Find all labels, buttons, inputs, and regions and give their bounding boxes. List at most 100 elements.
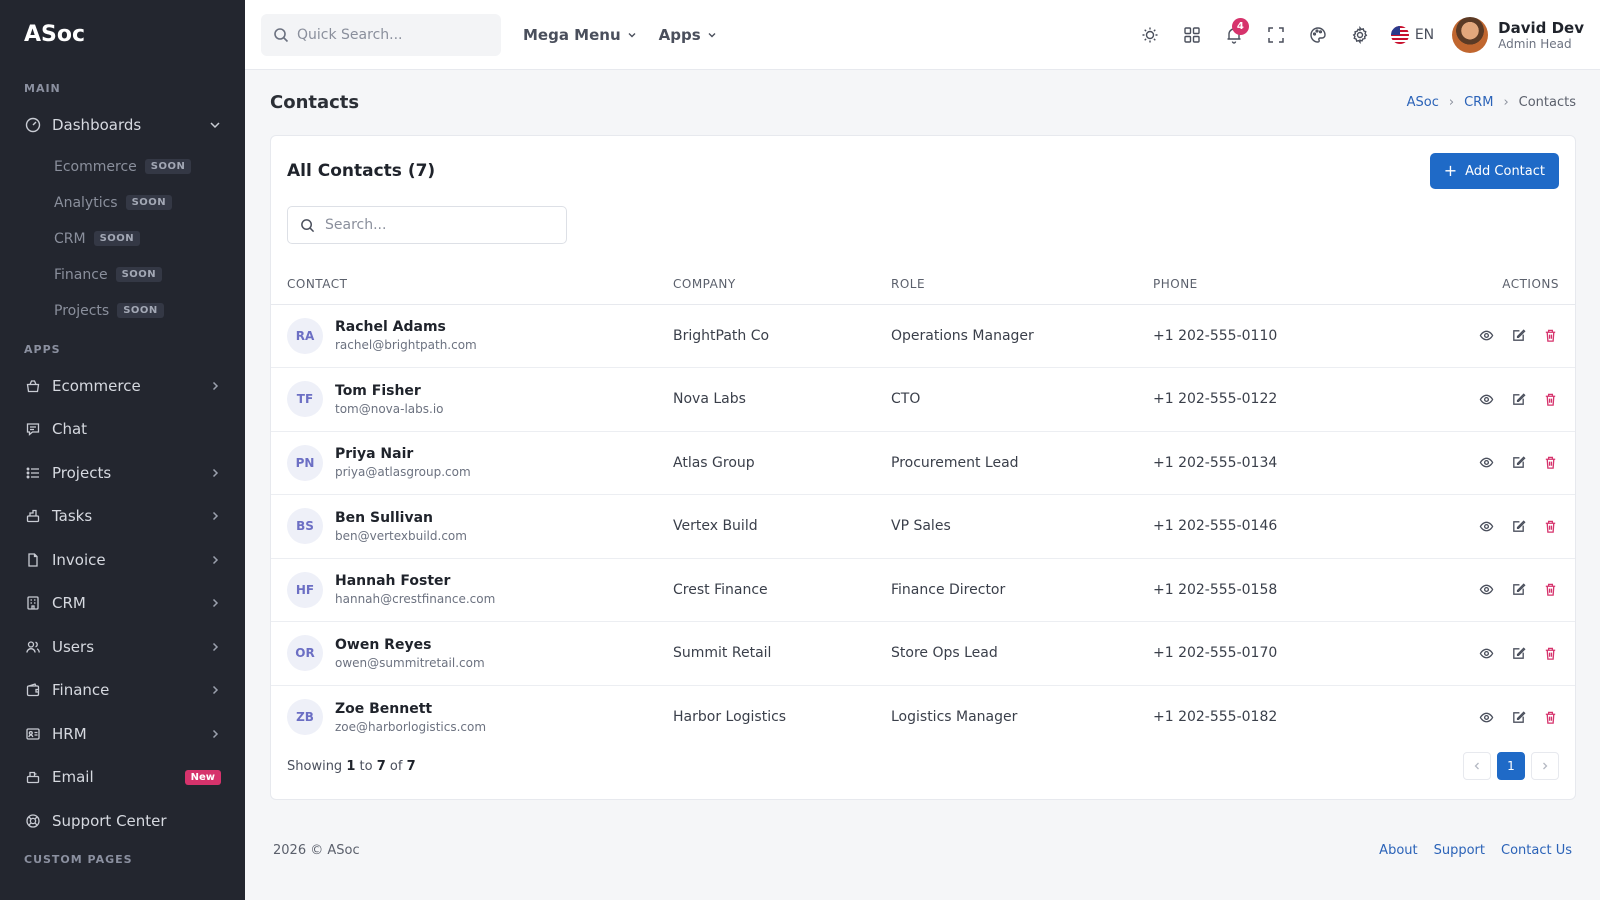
- sidebar-item-ecommerce[interactable]: Ecommerce: [0, 366, 245, 406]
- quick-search-placeholder: Quick Search...: [297, 26, 403, 43]
- sidebar-item-hrm[interactable]: HRM: [0, 714, 245, 754]
- footer-link-about[interactable]: About: [1379, 843, 1417, 858]
- company-cell: Harbor Logistics: [673, 709, 787, 725]
- footer-link-contact-us[interactable]: Contact Us: [1501, 843, 1572, 858]
- user-menu[interactable]: David Dev Admin Head: [1452, 16, 1584, 53]
- footer-link-support[interactable]: Support: [1434, 843, 1485, 858]
- mega-menu-label: Mega Menu: [523, 25, 621, 44]
- view-icon[interactable]: [1477, 708, 1495, 726]
- quick-search-input[interactable]: Quick Search...: [261, 13, 501, 56]
- breadcrumb-link-home[interactable]: ASoc: [1407, 95, 1439, 110]
- contact-name[interactable]: Ben Sullivan: [335, 510, 467, 526]
- phone-cell: +1 202-555-0122: [1137, 367, 1357, 432]
- delete-icon[interactable]: [1541, 327, 1559, 345]
- contacts-search-field[interactable]: [287, 206, 567, 244]
- view-icon[interactable]: [1477, 644, 1495, 662]
- breadcrumb-link-crm[interactable]: CRM: [1464, 95, 1493, 110]
- theme-toggle-button[interactable]: [1129, 14, 1171, 56]
- delete-icon[interactable]: [1541, 390, 1559, 408]
- sidebar-subitem-analytics[interactable]: Analytics SOON: [0, 185, 245, 221]
- contact-email: owen@summitretail.com: [335, 655, 485, 670]
- sidebar-subitem-crm[interactable]: CRM SOON: [0, 221, 245, 257]
- sidebar-item-dashboards[interactable]: Dashboards: [0, 105, 245, 145]
- showing-prefix: Showing: [287, 758, 343, 774]
- phone-cell: +1 202-555-0110: [1137, 304, 1357, 368]
- delete-icon[interactable]: [1541, 708, 1559, 726]
- table-row: ZB Zoe Bennett zoe@harborlogistics.com Harb…: [271, 685, 1575, 749]
- mega-menu-button[interactable]: Mega Menu: [523, 26, 637, 44]
- column-header-phone[interactable]: PHONE: [1137, 264, 1357, 305]
- delete-icon[interactable]: [1541, 581, 1559, 599]
- breadcrumb-separator-icon: ›: [1503, 94, 1509, 110]
- edit-icon[interactable]: [1509, 708, 1527, 726]
- language-selector[interactable]: EN: [1390, 25, 1434, 44]
- sidebar-item-label: Projects: [52, 463, 112, 482]
- edit-icon[interactable]: [1509, 644, 1527, 662]
- fullscreen-button[interactable]: [1255, 14, 1297, 56]
- edit-icon[interactable]: [1509, 517, 1527, 535]
- delete-icon[interactable]: [1541, 644, 1559, 662]
- column-header-company[interactable]: COMPANY: [657, 264, 875, 305]
- sidebar-item-crm[interactable]: CRM: [0, 583, 245, 623]
- us-flag-icon: [1390, 25, 1409, 44]
- sidebar-subitem-finance[interactable]: Finance SOON: [0, 257, 245, 293]
- edit-icon[interactable]: [1509, 581, 1527, 599]
- contact-name[interactable]: Hannah Foster: [335, 573, 495, 589]
- chevron-right-icon: [209, 510, 221, 522]
- prev-page-button[interactable]: [1463, 752, 1491, 780]
- page-button-current[interactable]: 1: [1497, 752, 1525, 780]
- contact-name[interactable]: Tom Fisher: [335, 383, 444, 399]
- view-icon[interactable]: [1477, 390, 1495, 408]
- contacts-search-input[interactable]: [325, 217, 545, 233]
- view-icon[interactable]: [1477, 517, 1495, 535]
- contact-name[interactable]: Zoe Bennett: [335, 701, 486, 717]
- brand-logo[interactable]: ASoc: [0, 0, 245, 68]
- contact-cell: ZB Zoe Bennett zoe@harborlogistics.com: [271, 685, 657, 749]
- sidebar-item-tasks[interactable]: Tasks: [0, 496, 245, 536]
- view-icon[interactable]: [1477, 581, 1495, 599]
- sidebar-item-email[interactable]: Email New: [0, 757, 245, 797]
- sidebar-item-finance[interactable]: Finance: [0, 670, 245, 710]
- notifications-button[interactable]: 4: [1213, 14, 1255, 56]
- avatar: [1452, 16, 1489, 53]
- pagination: 1: [1463, 752, 1559, 780]
- phone-cell: +1 202-555-0146: [1137, 494, 1357, 559]
- delete-icon[interactable]: [1541, 454, 1559, 472]
- edit-icon[interactable]: [1509, 454, 1527, 472]
- sidebar-subitem-projects[interactable]: Projects SOON: [0, 293, 245, 329]
- contact-email: tom@nova-labs.io: [335, 401, 444, 416]
- delete-icon[interactable]: [1541, 517, 1559, 535]
- contact-name[interactable]: Priya Nair: [335, 446, 471, 462]
- company-cell: Crest Finance: [657, 558, 875, 622]
- sidebar-item-support-center[interactable]: Support Center: [0, 801, 245, 841]
- sidebar-item-projects[interactable]: Projects: [0, 453, 245, 493]
- breadcrumb-current: Contacts: [1518, 94, 1576, 110]
- sidebar-item-chat[interactable]: Chat: [0, 409, 245, 449]
- actions-cell: [1357, 304, 1575, 368]
- settings-button[interactable]: [1339, 14, 1381, 56]
- column-header-contact[interactable]: CONTACT: [271, 264, 657, 305]
- building-icon: [24, 594, 42, 612]
- view-icon[interactable]: [1477, 454, 1495, 472]
- contact-name[interactable]: Rachel Adams: [335, 319, 477, 335]
- add-contact-button[interactable]: + Add Contact: [1429, 153, 1559, 189]
- sidebar: ASoc MAIN Dashboards Ecommerce SOON Analyt…: [0, 0, 245, 900]
- sidebar-item-invoice[interactable]: Invoice: [0, 540, 245, 580]
- palette-button[interactable]: [1297, 14, 1339, 56]
- contact-name[interactable]: Owen Reyes: [335, 637, 485, 653]
- file-icon: [24, 551, 42, 569]
- edit-icon[interactable]: [1509, 390, 1527, 408]
- column-header-role[interactable]: ROLE: [875, 264, 1137, 305]
- sidebar-subitem-ecommerce[interactable]: Ecommerce SOON: [0, 149, 245, 185]
- company-cell: Vertex Build: [657, 494, 875, 559]
- contact-cell: HF Hannah Foster hannah@crestfinance.com: [271, 558, 657, 622]
- user-role: Admin Head: [1498, 36, 1572, 51]
- apps-grid-button[interactable]: [1171, 14, 1213, 56]
- sidebar-item-users[interactable]: Users: [0, 627, 245, 667]
- table-row: TF Tom Fisher tom@nova-labs.io Nova Labs CTO…: [271, 367, 1575, 432]
- sidebar-item-label: Tasks: [52, 507, 93, 525]
- next-page-button[interactable]: [1531, 752, 1559, 780]
- apps-menu-button[interactable]: Apps: [659, 26, 717, 44]
- edit-icon[interactable]: [1509, 327, 1527, 345]
- view-icon[interactable]: [1477, 327, 1495, 345]
